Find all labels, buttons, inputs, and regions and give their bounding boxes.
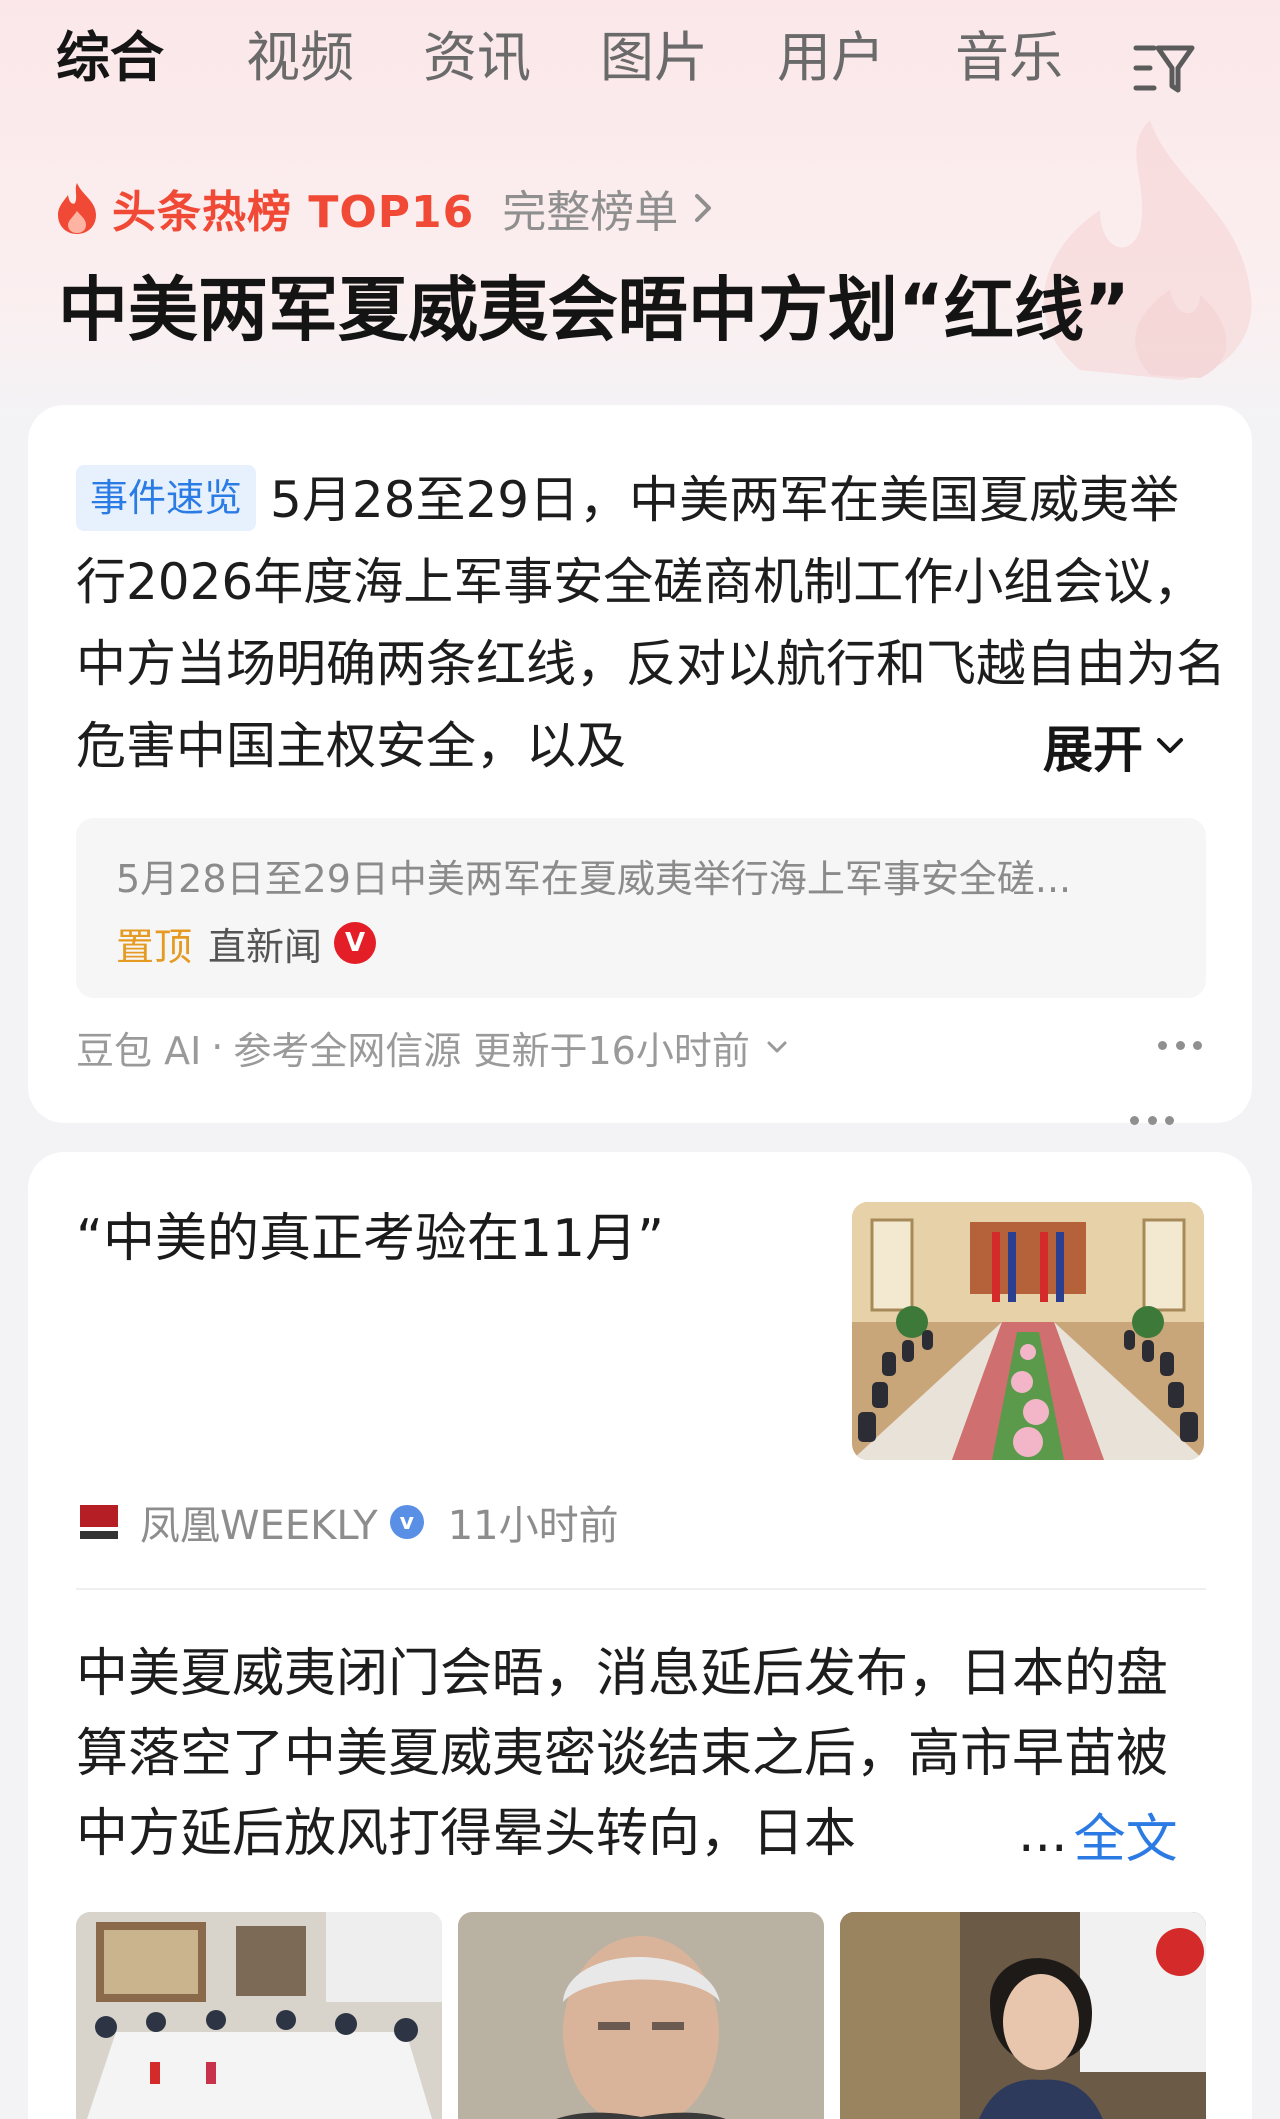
- tab-news[interactable]: 资讯: [423, 18, 531, 98]
- tab-video[interactable]: 视频: [246, 18, 354, 98]
- full-text-label: 全文: [1073, 1809, 1178, 1870]
- article-title[interactable]: “中美的真正考验在11月”: [76, 1204, 664, 1274]
- publisher-logo[interactable]: [76, 1499, 122, 1545]
- meeting-table-image: [76, 1912, 442, 2119]
- ai-name: 豆包 AI: [76, 1028, 202, 1073]
- ai-attribution[interactable]: 豆包 AI · 参考全网信源 更新于16小时前: [76, 1017, 788, 1077]
- tab-images[interactable]: 图片: [600, 18, 708, 98]
- event-summary-card: 事件速览 5月28至29日，中美两军在美国夏威夷举行2026年度海上军事安全磋商机…: [28, 405, 1252, 1123]
- gallery-image[interactable]: [840, 1912, 1206, 2119]
- tab-music[interactable]: 音乐: [955, 18, 1063, 98]
- expand-label: 展开: [1043, 721, 1143, 779]
- divider: [76, 1588, 1206, 1590]
- event-tag: 事件速览: [76, 465, 257, 531]
- text-fade: [908, 705, 1028, 787]
- search-tabs: 综合 视频 资讯 图片 用户 音乐: [0, 18, 1280, 98]
- text-fade: [928, 1794, 1018, 1874]
- image-gallery: [76, 1912, 1206, 2119]
- source-box[interactable]: 5月28日至29日中美两军在夏威夷举行海上军事安全磋... 置顶 直新闻 V: [76, 818, 1206, 998]
- article-thumbnail[interactable]: [852, 1202, 1204, 1460]
- source-name: 直新闻: [208, 924, 323, 969]
- gallery-image[interactable]: [76, 1912, 442, 2119]
- source-title: 5月28日至29日中美两军在夏威夷举行海上军事安全磋...: [116, 857, 1072, 901]
- separator-dot: ·: [211, 1025, 224, 1069]
- verified-badge: V: [334, 922, 377, 964]
- portrait-image: [840, 1912, 1206, 2119]
- hot-list-label: 头条热榜 TOP16: [112, 187, 475, 238]
- more-icon[interactable]: [1158, 1041, 1202, 1053]
- chevron-down-icon: [767, 1041, 787, 1053]
- publisher-name[interactable]: 凤凰WEEKLY: [140, 1493, 378, 1551]
- publish-time: 11小时前: [447, 1503, 619, 1549]
- filter-icon[interactable]: [1132, 40, 1196, 96]
- expand-button[interactable]: 展开: [1043, 705, 1185, 787]
- chevron-right-icon: [695, 194, 712, 222]
- meeting-room-image: [852, 1202, 1204, 1460]
- fire-icon: [58, 183, 96, 234]
- full-text-link[interactable]: ... 全文: [1018, 1794, 1178, 1874]
- hot-headline[interactable]: 中美两军夏威夷会晤中方划“红线”: [58, 262, 1238, 358]
- gallery-image[interactable]: [458, 1912, 824, 2119]
- hot-list-row[interactable]: 头条热榜 TOP16 完整榜单: [54, 176, 714, 240]
- ai-reference: 参考全网信源 更新于16小时前: [233, 1028, 750, 1073]
- tab-all[interactable]: 综合: [56, 18, 164, 98]
- publisher-row: 凤凰WEEKLY v 11小时前: [76, 1492, 619, 1552]
- ellipsis: ...: [1018, 1804, 1068, 1864]
- full-list-link[interactable]: 完整榜单: [502, 176, 678, 240]
- verified-badge: v: [389, 1505, 424, 1539]
- source-meta: 置顶 直新闻 V: [116, 918, 377, 969]
- article-card: “中美的真正考验在11月” 凤凰WEEKLY v 11小时前 中美夏威夷闭门会晤…: [28, 1116, 1252, 2119]
- pinned-label: 置顶: [116, 924, 193, 969]
- tab-users[interactable]: 用户: [777, 18, 885, 98]
- portrait-image: [458, 1912, 824, 2119]
- more-icon[interactable]: [1130, 1116, 1174, 1128]
- chevron-down-icon: [1157, 738, 1183, 753]
